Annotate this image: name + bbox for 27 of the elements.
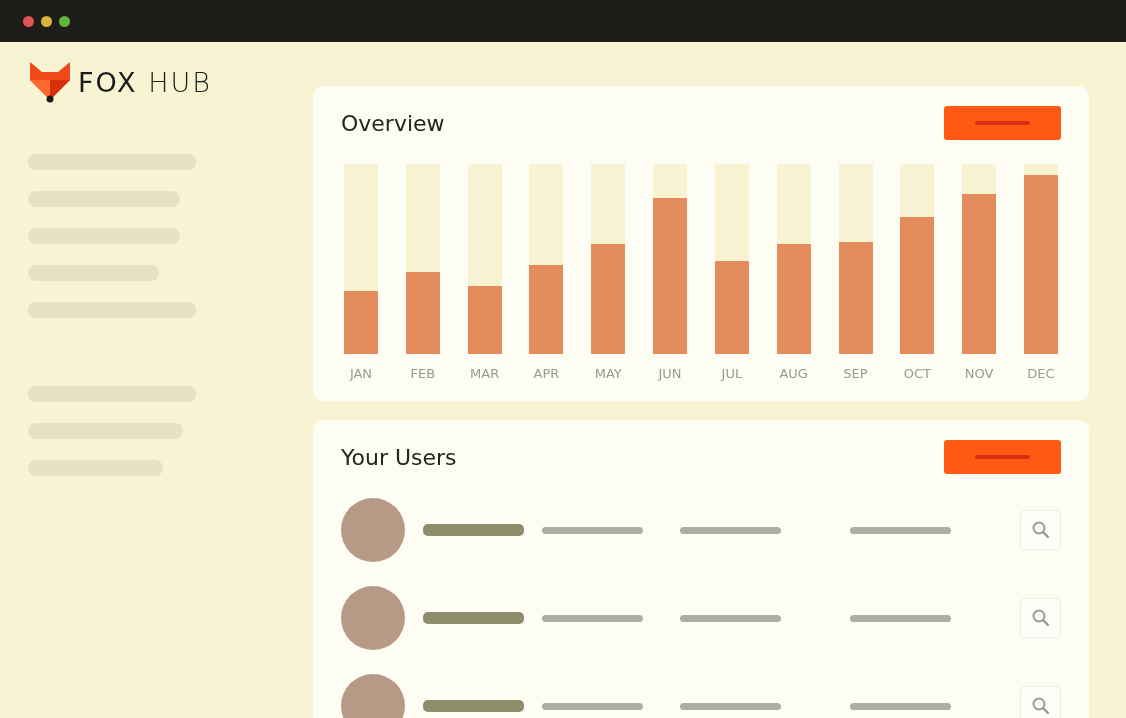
- month-label: JUL: [721, 366, 743, 381]
- search-button[interactable]: [1020, 686, 1061, 718]
- search-icon: [1030, 696, 1051, 716]
- close-dot-icon[interactable]: [23, 15, 34, 27]
- maximize-dot-icon[interactable]: [59, 15, 70, 27]
- month-label: SEP: [843, 366, 868, 381]
- minimize-dot-icon[interactable]: [41, 15, 52, 27]
- fox-logo-icon: [28, 60, 72, 104]
- month-label: JAN: [349, 366, 373, 381]
- month-label: FEB: [410, 366, 436, 381]
- action-button[interactable]: [944, 440, 1061, 474]
- month-label: MAY: [594, 366, 622, 381]
- card-title: Your Users: [341, 444, 457, 470]
- month-label: JUN: [658, 366, 682, 381]
- search-icon: [1030, 608, 1051, 628]
- month-label: DEC: [1027, 366, 1055, 381]
- action-button[interactable]: [944, 106, 1061, 140]
- search-icon: [1030, 520, 1051, 540]
- month-label: MAR: [470, 366, 500, 381]
- month-label: NOV: [964, 366, 994, 381]
- logo-text: FOX HUB: [78, 66, 212, 98]
- month-label: AUG: [779, 366, 808, 381]
- search-button[interactable]: [1020, 598, 1061, 638]
- card-title: Overview: [341, 110, 445, 136]
- month-label: OCT: [903, 366, 931, 381]
- search-button[interactable]: [1020, 510, 1061, 550]
- month-label: APR: [533, 366, 560, 381]
